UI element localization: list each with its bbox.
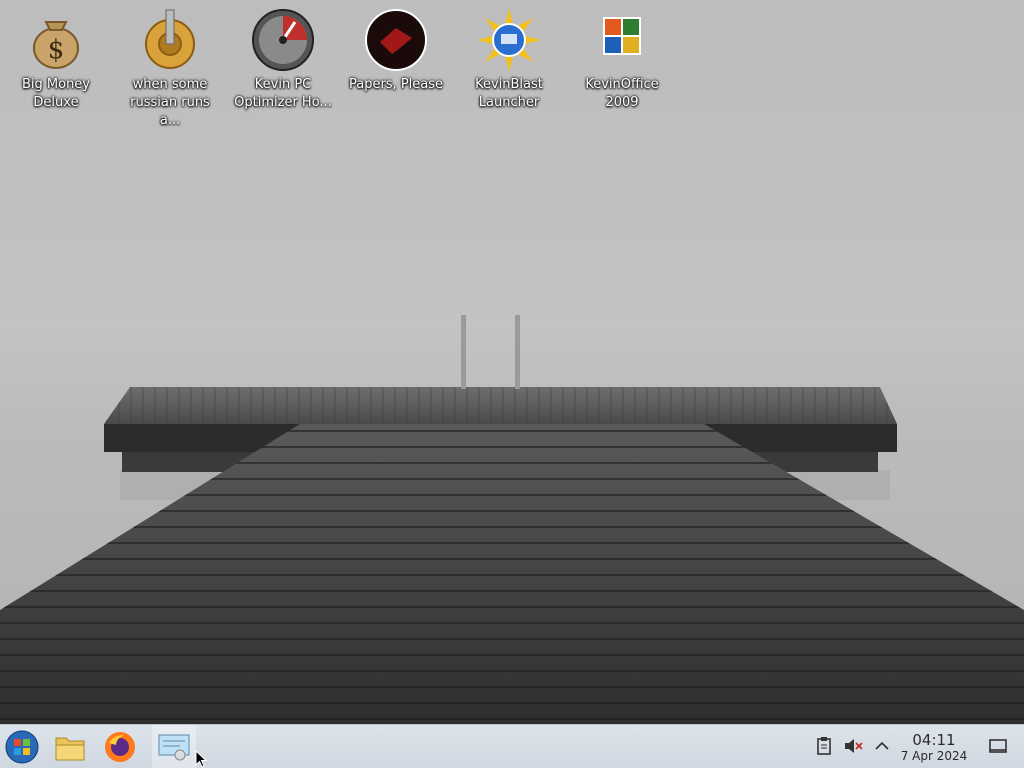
money-bag-icon: $ <box>24 8 88 72</box>
clock-time: 04:11 <box>912 731 956 749</box>
settings-app-icon <box>158 734 190 761</box>
desktop-icon-kevinblast-launcher[interactable]: KevinBlast Launcher <box>459 8 559 112</box>
chevron-up-icon[interactable] <box>871 735 893 757</box>
desktop-icon-label: KevinOffice 2009 <box>585 77 659 110</box>
file-manager-icon <box>55 737 85 761</box>
desktop-icon-label: Kevin PC Optimizer Ho... <box>234 77 332 110</box>
desktop-icon-big-money-deluxe[interactable]: $ Big Money Deluxe <box>6 8 106 112</box>
office-logo-icon <box>590 8 654 72</box>
desktop-icon-papers-please[interactable]: Papers, Please <box>346 8 446 94</box>
taskbar-settings-app[interactable] <box>152 725 196 769</box>
gear-icon <box>138 8 202 72</box>
sun-globe-icon <box>477 8 541 72</box>
emblem-icon <box>364 8 428 72</box>
desktop-icon-kevinoffice-2009[interactable]: KevinOffice 2009 <box>572 8 672 112</box>
firefox-icon <box>105 732 135 762</box>
taskbar-file-manager[interactable] <box>48 725 92 769</box>
taskbar: 04:11 7 Apr 2024 <box>0 724 1024 769</box>
desktop-icon-label: Big Money Deluxe <box>21 77 90 110</box>
clipboard-icon[interactable] <box>813 735 835 757</box>
taskbar-firefox[interactable] <box>98 725 142 769</box>
desktop-icon-label: KevinBlast Launcher <box>475 77 543 110</box>
svg-text:$: $ <box>48 35 65 65</box>
mouse-cursor-icon <box>195 750 207 768</box>
clock[interactable]: 04:11 7 Apr 2024 <box>896 731 972 763</box>
clock-date: 7 Apr 2024 <box>900 749 968 763</box>
desktop-icon-label: Papers, Please <box>348 77 444 92</box>
speedometer-icon <box>251 8 315 72</box>
show-desktop-icon[interactable] <box>987 735 1009 757</box>
desktop-icon-label: when some russian runs a... <box>130 77 210 128</box>
start-button[interactable] <box>0 725 44 769</box>
desktop[interactable]: $ Big Money Deluxe when some russian run… <box>0 0 1024 724</box>
desktop-icon-kevin-pc-optimizer[interactable]: Kevin PC Optimizer Ho... <box>233 8 333 112</box>
desktop-icon-russian[interactable]: when some russian runs a... <box>120 8 220 130</box>
start-orb-icon <box>5 730 39 764</box>
volume-muted-icon[interactable] <box>842 735 864 757</box>
